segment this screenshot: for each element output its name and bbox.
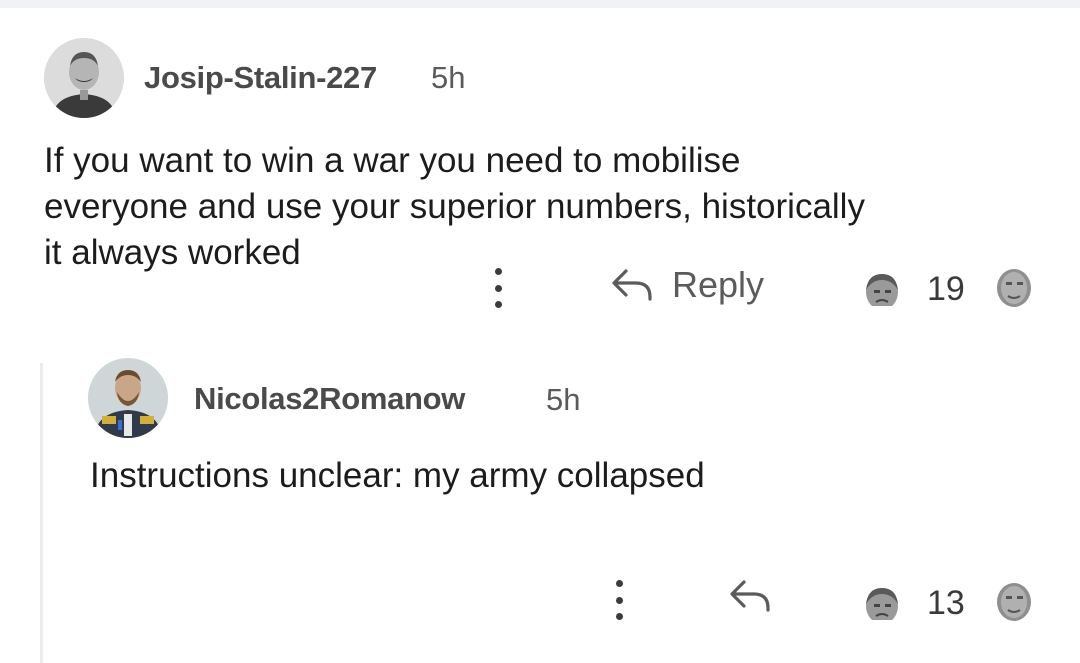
comment-body: Instructions unclear: my army collapsed [90, 456, 705, 495]
timestamp: 5h [546, 382, 581, 417]
comment-header: Nicolas2Romanow 5h [88, 358, 1048, 438]
comment-body: If you want to win a war you need to mob… [44, 141, 865, 272]
timestamp: 5h [431, 60, 466, 95]
vote-count: 19 [927, 270, 965, 308]
username[interactable]: Nicolas2Romanow [194, 381, 465, 417]
vote-count: 13 [927, 584, 965, 622]
portrait-avatar-icon [88, 358, 168, 438]
portrait-avatar-icon [44, 38, 124, 118]
comment-header: Josip-Stalin-227 5h [44, 38, 1044, 118]
comment: Josip-Stalin-227 5h If you want to win a… [44, 38, 1044, 312]
more-vertical-icon[interactable] [493, 268, 503, 308]
face-upvote-icon[interactable] [862, 582, 902, 626]
reply-arrow-icon [730, 580, 770, 612]
reply-button[interactable]: Reply [610, 264, 764, 306]
reply-arrow-icon [612, 269, 652, 301]
top-divider [0, 0, 1080, 8]
reply-label: Reply [672, 264, 765, 305]
comment-actions: 13 [88, 576, 1048, 626]
username[interactable]: Josip-Stalin-227 [144, 60, 377, 96]
thread-line[interactable] [40, 363, 43, 663]
more-vertical-icon[interactable] [614, 580, 624, 620]
face-upvote-icon[interactable] [862, 268, 902, 312]
comment-actions: Reply 19 [44, 264, 1044, 314]
comment-reply: Nicolas2Romanow 5h Instructions unclear:… [88, 358, 1048, 626]
user-avatar[interactable] [44, 38, 124, 118]
reply-button[interactable] [728, 576, 790, 616]
face-downvote-icon[interactable] [994, 266, 1034, 310]
user-avatar[interactable] [88, 358, 168, 438]
face-downvote-icon[interactable] [994, 580, 1034, 624]
